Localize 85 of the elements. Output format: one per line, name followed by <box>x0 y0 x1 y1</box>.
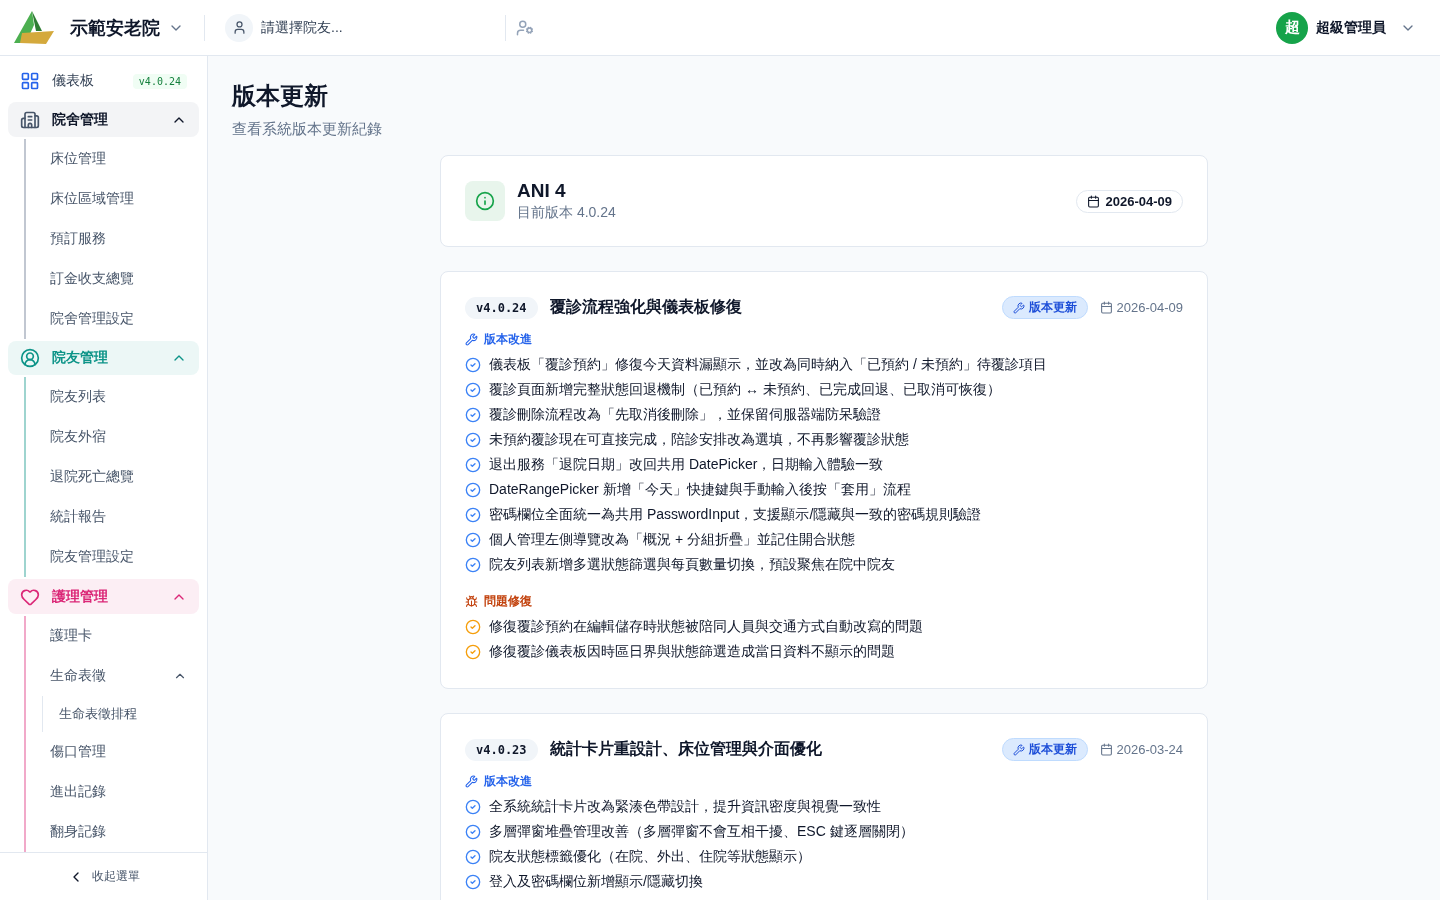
nav-item[interactable]: 退院死亡總覽 <box>26 457 199 498</box>
nav-group-icon <box>20 348 40 369</box>
change-entry: 院友狀態標籤優化（在院、外出、住院等狀態顯示） <box>489 847 811 866</box>
change-entry: 個人管理左側導覽改為「概況 + 分組折疊」並記住開合狀態 <box>489 530 855 549</box>
release-date: 2026-04-09 <box>1099 300 1183 315</box>
update-tag: 版本更新 <box>1001 738 1088 761</box>
release-date: 2026-03-24 <box>1099 742 1183 757</box>
nav-group-icon <box>20 586 40 607</box>
user-avatar: 超 <box>1276 11 1308 44</box>
nav-item[interactable]: 傷口管理 <box>26 732 199 772</box>
page-subtitle: 查看系統版本更新紀錄 <box>232 120 383 139</box>
change-entry: 全系統統計卡片改為緊湊色帶設計，提升資訊密度與視覺一致性 <box>489 797 881 816</box>
nav-item[interactable]: 預訂服務 <box>26 218 199 259</box>
calendar-icon <box>1099 301 1113 314</box>
check-circle-icon <box>465 531 481 548</box>
change-entry: 覆診頁面新增完整狀態回退機制（已預約 ↔ 未預約、已完成回退、已取消可恢復） <box>489 380 1001 399</box>
nav-item[interactable]: 床位區域管理 <box>26 178 199 219</box>
check-circle-icon <box>465 848 481 865</box>
nav-group-header[interactable]: 護理管理 <box>8 579 199 614</box>
wrench-icon <box>1012 301 1025 314</box>
check-circle-icon <box>465 456 481 473</box>
bug-icon <box>465 595 478 608</box>
change-entry: 修復覆診儀表板因時區日界與狀態篩選造成當日資料不顯示的問題 <box>489 642 895 661</box>
nav-group-header[interactable]: 院舍管理 <box>8 102 199 137</box>
change-entry: 院友列表新增多選狀態篩選與每頁數量切換，預設聚焦在院中院友 <box>489 555 895 574</box>
version-badge: v4.0.24 <box>132 73 187 89</box>
calendar-icon <box>1099 743 1113 756</box>
nav-item[interactable]: 院友管理設定 <box>26 537 199 578</box>
change-entry: 多層彈窗堆疊管理改善（多層彈窗不會互相干擾、ESC 鍵逐層關閉） <box>489 822 914 841</box>
nav-item[interactable]: 統計報告 <box>26 497 199 538</box>
version-chip: v4.0.23 <box>465 738 538 761</box>
check-circle-icon <box>465 431 481 448</box>
nav-item[interactable]: 院舍管理設定 <box>26 298 199 339</box>
check-circle-icon <box>465 481 481 498</box>
resident-picker[interactable]: 請選擇院友... <box>215 13 495 42</box>
check-circle-icon <box>465 643 481 660</box>
nav-group-icon <box>20 109 40 130</box>
nav-item[interactable]: 進出記錄 <box>26 772 199 812</box>
check-circle-icon <box>465 618 481 635</box>
nav-item[interactable]: 護理卡 <box>26 616 199 656</box>
app-name: ANI 4 <box>517 180 567 202</box>
nav-item[interactable]: 生命表徵 <box>26 656 199 696</box>
check-circle-icon <box>465 823 481 840</box>
section-heading: 版本改進 <box>465 773 1183 790</box>
nav-item[interactable]: 訂金收支總覽 <box>26 258 199 299</box>
wrench-icon <box>1012 743 1025 756</box>
nav-item[interactable]: 床位管理 <box>26 138 199 179</box>
nav-item[interactable]: 翻身記錄 <box>26 812 199 852</box>
change-entry: 密碼欄位全面統一為共用 PasswordInput，支援顯示/隱藏與一致的密碼規則驗證 <box>489 505 982 524</box>
wrench-icon <box>465 775 478 788</box>
version-chip: v4.0.24 <box>465 296 538 319</box>
check-circle-icon <box>465 356 481 373</box>
change-entry: 退出服務「退院日期」改回共用 DatePicker，日期輸入體驗一致 <box>489 455 884 474</box>
check-circle-icon <box>465 873 481 890</box>
organization-switcher[interactable]: 示範安老院 <box>70 15 194 40</box>
change-entry: 未預約覆診現在可直接完成，陪診安排改為選填，不再影響覆診狀態 <box>489 430 909 449</box>
change-entry: 登入及密碼欄位新增顯示/隱藏切換 <box>489 872 703 891</box>
check-circle-icon <box>465 556 481 573</box>
check-circle-icon <box>465 798 481 815</box>
section-heading: 版本改進 <box>465 331 1183 348</box>
change-entry: 儀表板「覆診預約」修復今天資料漏顯示，並改為同時納入「已預約 / 未預約」待覆診項目 <box>489 355 1047 374</box>
dashboard-nav-item[interactable]: 儀表板 v4.0.24 <box>8 62 199 101</box>
release-title: 覆診流程強化與儀表板修復 <box>549 297 742 317</box>
change-entry: 覆診刪除流程改為「先取消後刪除」，並保留伺服器端防呆驗證 <box>489 405 881 424</box>
update-tag: 版本更新 <box>1001 296 1088 319</box>
nav-item[interactable]: 院友列表 <box>26 377 199 418</box>
user-icon <box>225 13 253 42</box>
check-circle-icon <box>465 406 481 423</box>
nav-item[interactable]: 院友外宿 <box>26 417 199 458</box>
info-icon <box>465 181 505 221</box>
change-entry: DateRangePicker 新增「今天」快捷鍵與手動輸入後按「套用」流程 <box>489 480 911 499</box>
page-title: 版本更新 <box>232 81 329 111</box>
wrench-icon <box>465 333 478 346</box>
section-heading: 問題修復 <box>465 593 1183 610</box>
release-title: 統計卡片重設計、床位管理與介面優化 <box>549 739 822 759</box>
current-version: 目前版本 4.0.24 <box>517 204 616 222</box>
change-entry: 修復覆診預約在編輯儲存時狀態被陪同人員與交通方式自動改寫的問題 <box>489 617 923 636</box>
calendar-icon <box>1086 194 1100 208</box>
nav-subitem[interactable]: 生命表徵排程 <box>43 696 199 732</box>
check-circle-icon <box>465 506 481 523</box>
user-menu[interactable]: 超 超級管理員 <box>1276 11 1428 44</box>
logo-icon <box>12 10 56 45</box>
grid-icon <box>20 71 40 92</box>
user-settings-icon[interactable] <box>516 18 534 37</box>
check-circle-icon <box>465 381 481 398</box>
